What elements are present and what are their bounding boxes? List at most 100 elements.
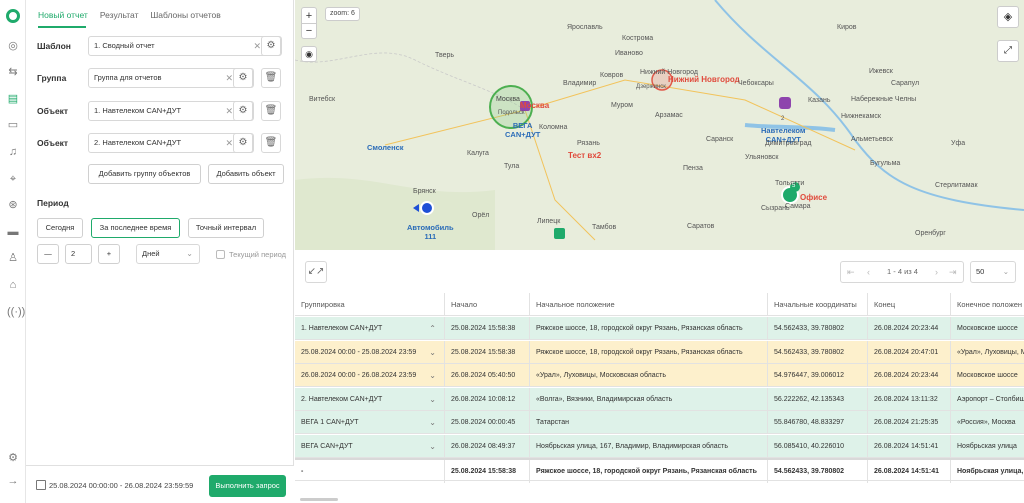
message-icon[interactable]: ▭ xyxy=(7,119,19,131)
table-cell: 26.08.2024 20:23:44 xyxy=(868,317,951,340)
today-button[interactable]: Сегодня xyxy=(37,218,83,238)
cell-text: 26.08.2024 14:51:41 xyxy=(874,442,939,450)
last-time-button[interactable]: За последнее время xyxy=(91,218,180,238)
group-delete-button[interactable]: 🗑 xyxy=(261,68,281,88)
expand-arrow-icon[interactable]: → xyxy=(7,475,19,487)
table-row[interactable]: 2. Навтелеком CAN+ДУТ ⌄ 26.08.2024 10:08:1… xyxy=(295,387,1024,411)
vega2-marker[interactable] xyxy=(554,228,565,239)
next-page-icon[interactable]: › xyxy=(935,262,938,282)
report-icon[interactable]: ▤ xyxy=(7,93,19,105)
tab-templates[interactable]: Шаблоны отчетов xyxy=(150,10,220,24)
object2-settings-button[interactable]: ⚙ xyxy=(233,133,253,153)
table-row[interactable]: ВЕГА 1 CAN+ДУТ ⌄ 25.08.2024 00:00:45 Татарс… xyxy=(295,411,1024,434)
gear-icon: ⚙ xyxy=(266,40,276,51)
decrement-button[interactable]: — xyxy=(37,244,59,264)
chevron-up-icon[interactable]: ⌃ xyxy=(429,317,436,340)
object1-delete-button[interactable]: 🗑 xyxy=(261,101,281,121)
run-query-button[interactable]: Выполнить запрос xyxy=(209,475,286,497)
route-icon[interactable]: ⇆ xyxy=(7,66,19,78)
table-header: Группировка Начало Начальное положение Н… xyxy=(295,293,1024,316)
first-page-icon[interactable]: ⇤ xyxy=(847,262,855,282)
table-cell: Аэропорт – Столбище xyxy=(951,388,1024,411)
auto-marker[interactable] xyxy=(420,201,434,215)
eye-icon[interactable]: ◉ xyxy=(301,46,317,62)
col-start-coords[interactable]: Начальные координаты xyxy=(768,293,868,316)
map-view[interactable]: + − zoom: 6 ◉ ◈ ⤢ Москва Подольск Москва… xyxy=(295,0,1024,250)
col-start-position[interactable]: Начальное положение xyxy=(530,293,768,316)
chevron-down-icon[interactable]: ⌄ xyxy=(429,435,436,458)
template-select[interactable]: 1. Сводный отчет ✕ ⌄ xyxy=(88,36,282,56)
chevron-down-icon[interactable]: ⌄ xyxy=(429,364,436,387)
bell-icon[interactable]: ♫ xyxy=(7,146,19,158)
chevron-down-icon[interactable]: ⌄ xyxy=(429,341,436,364)
group-select[interactable]: Группа для отчетов ✕ ⌄ xyxy=(88,68,254,88)
map-label-orenburg: Оренбург xyxy=(915,230,946,237)
location-icon[interactable]: ⌖ xyxy=(7,173,19,185)
clear-icon[interactable]: ✕ xyxy=(225,69,233,87)
zoom-in-button[interactable]: + xyxy=(302,8,316,24)
horizontal-scrollbar[interactable] xyxy=(300,498,338,501)
user-icon[interactable]: ♙ xyxy=(7,252,19,264)
chevron-down-icon[interactable]: ⌄ xyxy=(429,411,436,434)
object2-delete-button[interactable]: 🗑 xyxy=(261,133,281,153)
home-icon[interactable]: ⌂ xyxy=(7,279,19,291)
map-label-penza: Пенза xyxy=(683,165,703,172)
col-end[interactable]: Конец xyxy=(868,293,951,316)
globe-icon[interactable]: ◎ xyxy=(7,40,19,52)
object1-settings-button[interactable]: ⚙ xyxy=(233,101,253,121)
col-start[interactable]: Начало xyxy=(445,293,530,316)
object1-label: Объект xyxy=(37,106,69,116)
table-row[interactable]: ВЕГА CAN+ДУТ ⌄ 26.08.2024 08:49:37 Ноябрьск… xyxy=(295,434,1024,458)
collapse-icon[interactable]: ↙↗ xyxy=(305,261,327,283)
fullscreen-icon[interactable]: ⤢ xyxy=(997,40,1019,62)
navtelecom-marker[interactable] xyxy=(779,97,791,109)
period-count-input[interactable]: 2 xyxy=(65,244,92,264)
chevron-down-icon[interactable]: ⌄ xyxy=(429,388,436,411)
map-label-moscow-city: Москва xyxy=(496,96,520,103)
truck-icon[interactable]: ▬ xyxy=(7,226,19,238)
current-period-checkbox[interactable] xyxy=(216,250,225,259)
zoom-out-button[interactable]: − xyxy=(302,24,316,39)
page-size-select[interactable]: 50 ⌄ xyxy=(970,261,1016,283)
tab-new-report[interactable]: Новый отчет xyxy=(38,10,88,24)
app-logo-icon[interactable] xyxy=(6,9,20,23)
settings-icon[interactable]: ⚙ xyxy=(7,452,19,464)
template-settings-button[interactable]: ⚙ xyxy=(261,36,281,56)
cell-text: 26.08.2024 20:23:44 xyxy=(874,325,939,332)
map-label-arzamas: Арзамас xyxy=(655,112,683,119)
prev-page-icon[interactable]: ‹ xyxy=(867,262,870,282)
map-label-vladimir: Владимир xyxy=(563,80,597,87)
map-label-almetyevsk: Альметьевск xyxy=(851,136,893,143)
table-row[interactable]: 26.08.2024 00:00 - 26.08.2024 23:59 ⌄ 26.0… xyxy=(295,364,1024,387)
cell-text: «Россия», Москва xyxy=(957,419,1016,426)
total-cell: 54.562433, 39.780802 xyxy=(768,460,868,483)
map-label-naberezhnye: Набережные Челны xyxy=(851,96,917,103)
col-grouping[interactable]: Группировка xyxy=(295,293,445,316)
layers-icon[interactable]: ◈ xyxy=(997,6,1019,28)
cell-text: «Урал», Луховицы, М xyxy=(957,348,1024,356)
object2-select[interactable]: 2. Навтелеком CAN+ДУТ ✕ ⌄ xyxy=(88,133,254,153)
cell-text: 26.08.2024 00:00 - 26.08.2024 23:59 xyxy=(301,372,417,379)
clear-icon[interactable]: ✕ xyxy=(225,102,233,120)
broadcast-icon[interactable]: ((·)) xyxy=(7,306,25,318)
group-settings-button[interactable]: ⚙ xyxy=(233,68,253,88)
cell-text: 26.08.2024 08:49:37 xyxy=(451,442,516,450)
add-object-button[interactable]: Добавить объект xyxy=(208,164,284,184)
steering-icon[interactable]: ⊛ xyxy=(7,199,19,211)
clear-icon[interactable]: ✕ xyxy=(253,37,261,55)
increment-button[interactable]: + xyxy=(98,244,120,264)
object1-select[interactable]: 1. Навтелеком CAN+ДУТ ✕ ⌄ xyxy=(88,101,254,121)
map-label-yaroslavl: Ярославль xyxy=(567,24,603,31)
last-page-icon[interactable]: ⇥ xyxy=(949,262,957,282)
table-row[interactable]: 1. Навтелеком CAN+ДУТ ⌃ 25.08.2024 15:58:3… xyxy=(295,317,1024,340)
report-tabs: Новый отчет Результат Шаблоны отчетов xyxy=(38,10,221,24)
exact-interval-button[interactable]: Точный интервал xyxy=(188,218,264,238)
clear-icon[interactable]: ✕ xyxy=(225,134,233,152)
add-group-button[interactable]: Добавить группу объектов xyxy=(88,164,201,184)
table-row[interactable]: 25.08.2024 00:00 - 25.08.2024 23:59 ⌄ 25.0… xyxy=(295,340,1024,364)
period-unit-select[interactable]: Дней ⌄ xyxy=(136,244,200,264)
map-label-togliatti: Тольятти xyxy=(775,180,805,187)
col-end-position[interactable]: Конечное положен xyxy=(951,293,1024,316)
cell-text: 55.846780, 48.833297 xyxy=(774,419,845,426)
tab-result[interactable]: Результат xyxy=(100,10,139,24)
